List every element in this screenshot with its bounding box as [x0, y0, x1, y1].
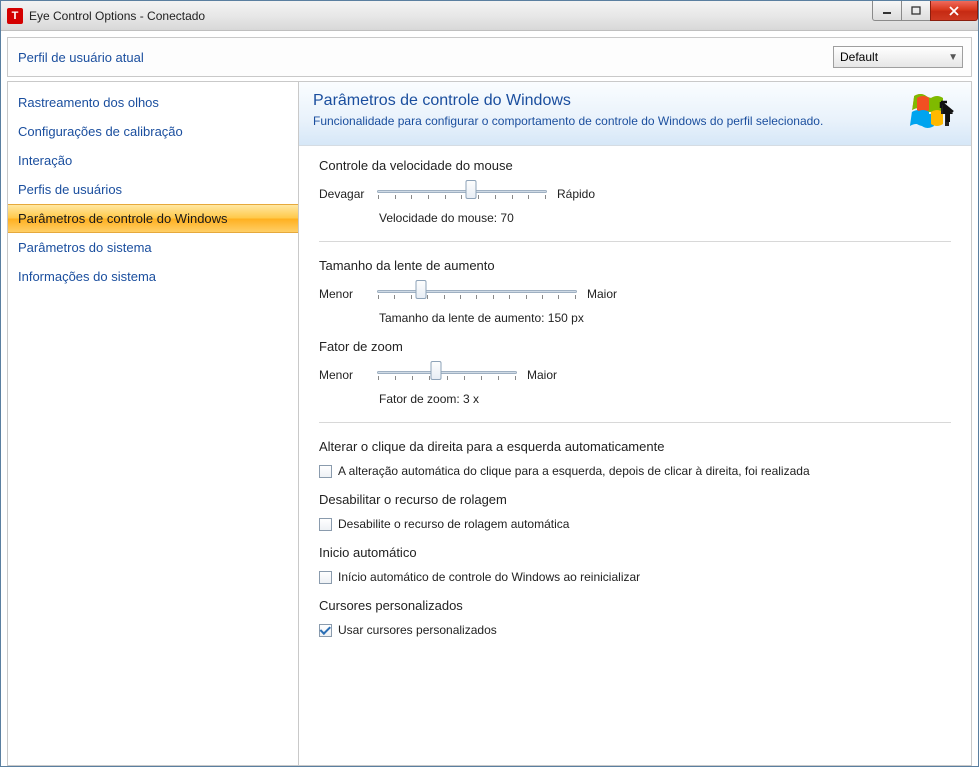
custom-cursors-checkbox-label: Usar cursores personalizados — [338, 623, 497, 637]
profile-select[interactable]: Default ▼ — [833, 46, 963, 68]
app-icon: T — [7, 8, 23, 24]
profile-label: Perfil de usuário atual — [18, 50, 144, 65]
zoom-title: Fator de zoom — [319, 339, 951, 354]
zoom-value: Fator de zoom: 3 x — [379, 392, 951, 406]
sidebar-item-system-params[interactable]: Parâmetros do sistema — [8, 233, 298, 262]
auto-click-checkbox[interactable] — [319, 465, 332, 478]
page-title: Parâmetros de controle do Windows — [313, 92, 957, 110]
auto-click-checkbox-label: A alteração automática do clique para a … — [338, 464, 810, 478]
divider — [319, 422, 951, 423]
auto-click-title: Alterar o clique da direita para a esque… — [319, 439, 951, 454]
mouse-speed-title: Controle da velocidade do mouse — [319, 158, 951, 173]
lens-size-min-label: Menor — [319, 287, 367, 301]
lens-size-max-label: Maior — [587, 287, 635, 301]
sidebar-item-user-profiles[interactable]: Perfis de usuários — [8, 175, 298, 204]
lens-size-value: Tamanho da lente de aumento: 150 px — [379, 311, 951, 325]
mouse-speed-value: Velocidade do mouse: 70 — [379, 211, 951, 225]
custom-cursors-title: Cursores personalizados — [319, 598, 951, 613]
profile-bar: Perfil de usuário atual Default ▼ — [7, 37, 972, 77]
custom-cursors-checkbox[interactable] — [319, 624, 332, 637]
sidebar: Rastreamento dos olhos Configurações de … — [7, 81, 299, 766]
page-subtitle: Funcionalidade para configurar o comport… — [313, 114, 957, 128]
mouse-speed-min-label: Devagar — [319, 187, 367, 201]
zoom-slider[interactable] — [377, 364, 517, 386]
disable-scroll-checkbox[interactable] — [319, 518, 332, 531]
disable-scroll-checkbox-label: Desabilite o recurso de rolagem automáti… — [338, 517, 569, 531]
section-mouse-speed: Controle da velocidade do mouse Devagar … — [299, 146, 971, 237]
close-button[interactable] — [930, 1, 978, 21]
section-auto-click: Alterar o clique da direita para a esque… — [299, 427, 971, 655]
disable-scroll-title: Desabilitar o recurso de rolagem — [319, 492, 951, 507]
main-header: Parâmetros de controle do Windows Funcio… — [299, 82, 971, 146]
chevron-down-icon: ▼ — [948, 52, 958, 63]
main-panel: Parâmetros de controle do Windows Funcio… — [299, 81, 972, 766]
content: Rastreamento dos olhos Configurações de … — [7, 81, 972, 766]
lens-size-title: Tamanho da lente de aumento — [319, 258, 951, 273]
divider — [319, 241, 951, 242]
autostart-checkbox[interactable] — [319, 571, 332, 584]
sidebar-item-calibration[interactable]: Configurações de calibração — [8, 117, 298, 146]
autostart-checkbox-label: Início automático de controle do Windows… — [338, 570, 640, 584]
mouse-speed-slider[interactable] — [377, 183, 547, 205]
sidebar-item-eye-tracking[interactable]: Rastreamento dos olhos — [8, 88, 298, 117]
profile-selected-value: Default — [840, 50, 878, 64]
minimize-button[interactable] — [872, 1, 902, 21]
window-controls — [873, 1, 978, 21]
autostart-title: Inicio automático — [319, 545, 951, 560]
mouse-speed-max-label: Rápido — [557, 187, 605, 201]
windows-logo-icon — [909, 90, 957, 138]
section-lens-size: Tamanho da lente de aumento Menor Maior … — [299, 246, 971, 418]
maximize-button[interactable] — [901, 1, 931, 21]
titlebar: T Eye Control Options - Conectado — [1, 1, 978, 31]
sidebar-item-system-info[interactable]: Informações do sistema — [8, 262, 298, 291]
lens-size-slider[interactable] — [377, 283, 577, 305]
sidebar-item-windows-control[interactable]: Parâmetros de controle do Windows — [8, 204, 298, 233]
window-title: Eye Control Options - Conectado — [29, 9, 205, 23]
zoom-min-label: Menor — [319, 368, 367, 382]
sidebar-item-interaction[interactable]: Interação — [8, 146, 298, 175]
zoom-max-label: Maior — [527, 368, 575, 382]
